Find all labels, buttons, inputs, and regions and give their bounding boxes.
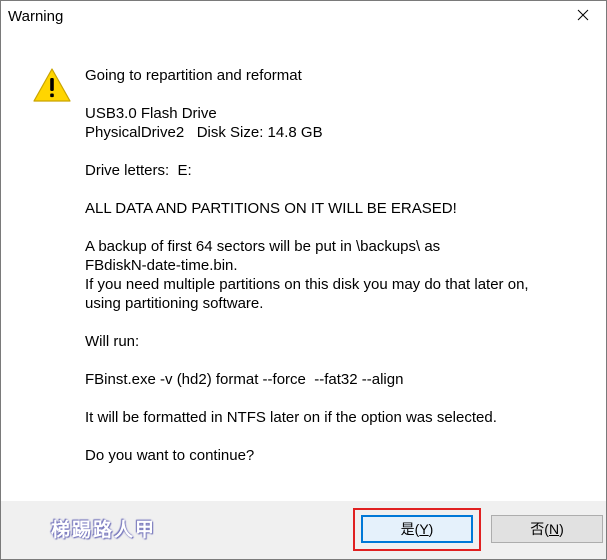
message-line: FBdiskN-date-time.bin. (85, 257, 238, 274)
title-bar: Warning (1, 1, 606, 32)
message-line: Drive letters: E: (85, 162, 192, 179)
warning-icon (32, 67, 72, 103)
no-button-label: 否( (530, 521, 549, 537)
no-button-mnemonic: N (548, 521, 560, 537)
message-line: using partitioning software. (85, 295, 264, 312)
yes-button-suffix: ) (428, 521, 434, 537)
message-line: It will be formatted in NTFS later on if… (85, 409, 497, 426)
close-icon (577, 8, 589, 26)
yes-button-mnemonic: Y (419, 521, 429, 537)
no-button-suffix: ) (559, 521, 564, 537)
warning-message: Going to repartition and reformat USB3.0… (85, 66, 585, 465)
message-line: Do you want to continue? (85, 447, 255, 464)
window-title: Warning (8, 8, 64, 25)
warning-dialog: Warning Going to repartition and reforma… (0, 0, 607, 560)
message-line: FBinst.exe -v (hd2) format --force --fat… (85, 371, 404, 388)
watermark: 梯踢路人甲 (51, 520, 157, 541)
yes-button[interactable]: 是(Y) (361, 515, 473, 543)
message-line: If you need multiple partitions on this … (85, 276, 529, 293)
message-line: Going to repartition and reformat (85, 67, 302, 84)
message-line: Will run: (85, 333, 140, 350)
button-bar: 梯踢路人甲 是(Y) 否(N) (1, 501, 606, 559)
message-line: USB3.0 Flash Drive (85, 105, 217, 122)
no-button[interactable]: 否(N) (491, 515, 603, 543)
message-line: A backup of first 64 sectors will be put… (85, 238, 441, 255)
message-line: PhysicalDrive2 Disk Size: 14.8 GB (85, 124, 323, 141)
close-button[interactable] (560, 1, 606, 32)
dialog-content: Going to repartition and reformat USB3.0… (1, 32, 606, 500)
yes-button-label: 是( (400, 521, 420, 537)
message-line: ALL DATA AND PARTITIONS ON IT WILL BE ER… (85, 200, 457, 217)
